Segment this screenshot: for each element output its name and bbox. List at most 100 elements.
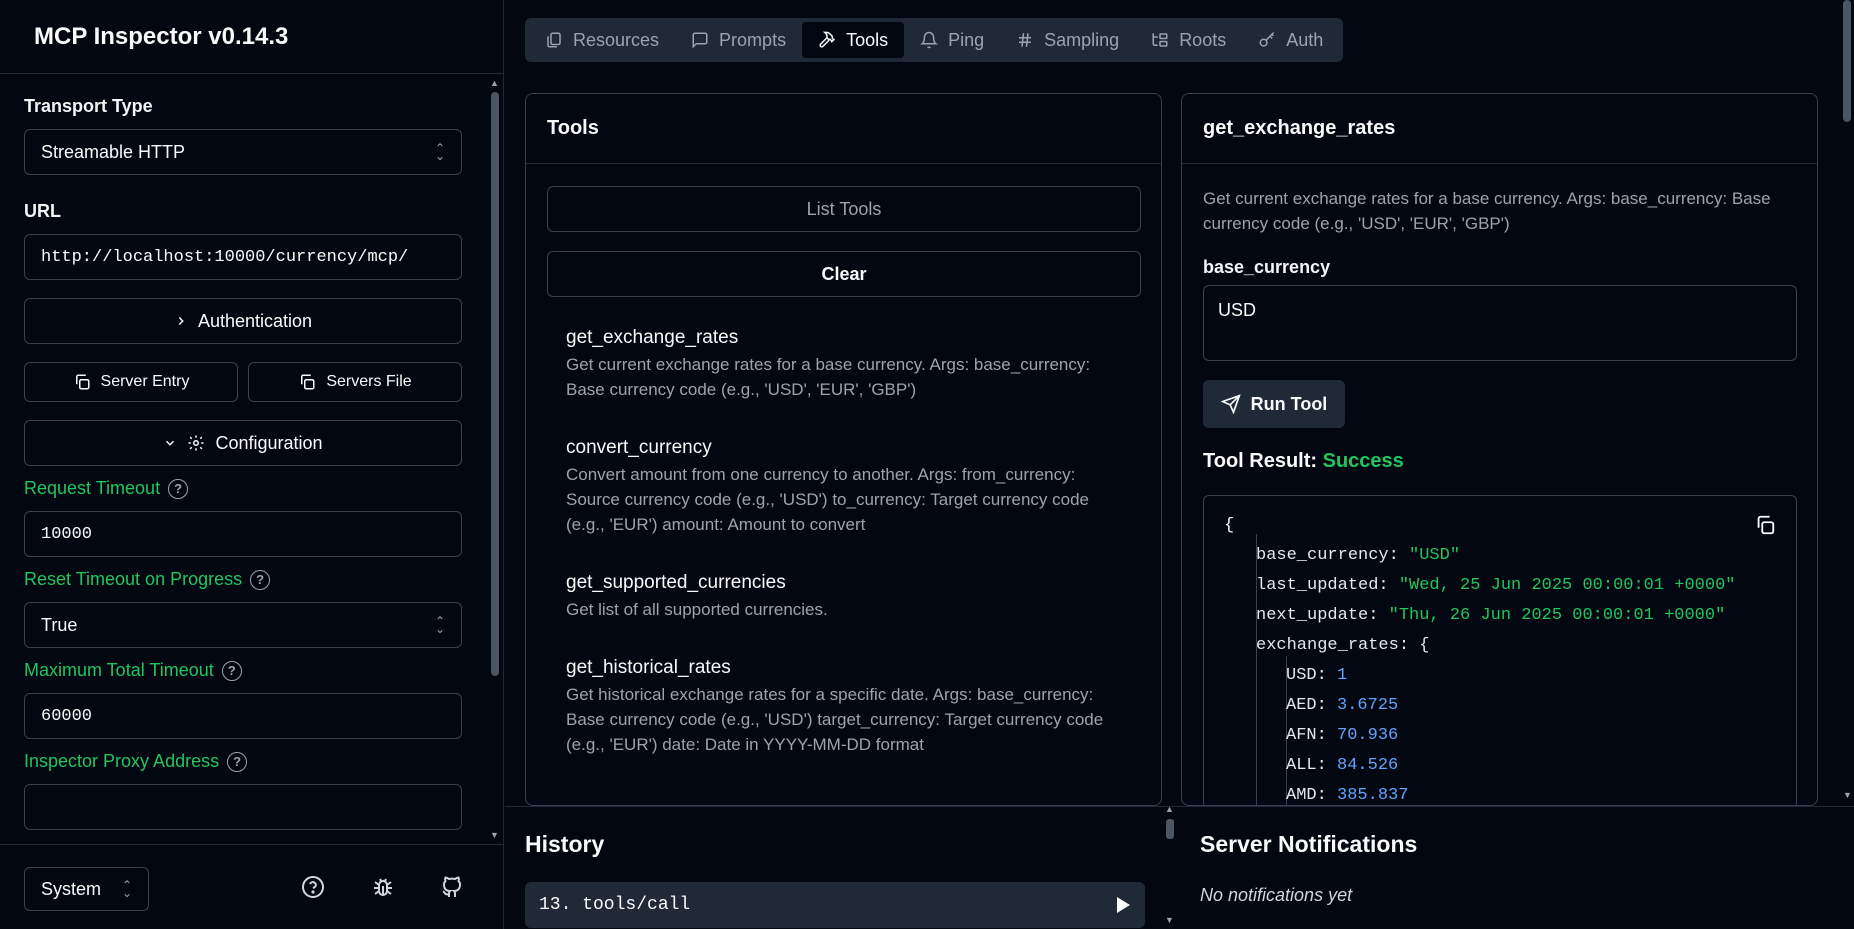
help-circle-icon[interactable]: ? (168, 478, 189, 499)
url-input[interactable]: http://localhost:10000/currency/mcp/ (24, 234, 462, 280)
server-entry-button[interactable]: Server Entry (24, 362, 238, 402)
transport-type-label: Transport Type (24, 96, 153, 116)
run-tool-button[interactable]: Run Tool (1203, 380, 1345, 428)
request-timeout-input[interactable]: 10000 (24, 511, 462, 557)
tab-prompts-label: Prompts (719, 29, 787, 50)
run-tool-label: Run Tool (1250, 393, 1328, 414)
tool-description: Convert amount from one currency to anot… (566, 465, 1090, 534)
history-entry[interactable]: 13. tools/call (525, 882, 1145, 928)
json-key: last_updated: (1256, 576, 1389, 595)
json-value: "Thu, 26 Jun 2025 00:00:01 +0000" (1388, 606, 1726, 625)
hammer-icon (819, 31, 836, 48)
tool-detail-panel: get_exchange_rates Get current exchange … (1181, 93, 1818, 806)
json-line-rate: AFN: 70.936 (1286, 726, 1398, 745)
tool-item-convert-currency[interactable]: convert_currency Convert amount from one… (566, 437, 1116, 537)
authentication-button[interactable]: Authentication (24, 298, 462, 344)
json-open-brace: { (1224, 516, 1235, 535)
json-value: 84.526 (1337, 756, 1399, 775)
tool-result-prefix: Tool Result: (1203, 450, 1318, 472)
tool-description: Get historical exchange rates for a spec… (566, 685, 1104, 754)
json-key: ALL: (1286, 756, 1327, 775)
json-line-rate: AMD: 385.837 (1286, 786, 1408, 805)
tab-roots[interactable]: Roots (1135, 22, 1242, 58)
json-key: AFN: (1286, 726, 1327, 745)
servers-file-button[interactable]: Servers File (248, 362, 462, 402)
tool-item-get-exchange-rates[interactable]: get_exchange_rates Get current exchange … (566, 327, 1116, 402)
tool-result-status: Success (1322, 450, 1404, 472)
scroll-up-arrow-icon[interactable]: ▲ (490, 78, 499, 88)
proxy-address-input[interactable] (24, 784, 462, 830)
tabs-bar: Resources Prompts Tools Ping Sampling Ro… (525, 18, 1344, 62)
message-icon (692, 32, 708, 49)
help-circle-icon[interactable]: ? (250, 569, 271, 590)
configuration-button[interactable]: Configuration (24, 420, 462, 466)
history-entry-label: 13. tools/call (539, 895, 691, 915)
theme-select[interactable]: System ⌃ ⌄ (24, 867, 149, 911)
json-value: 70.936 (1337, 726, 1399, 745)
json-key: base_currency: (1256, 546, 1399, 565)
panel-resize-handle[interactable]: ▲ ▼ (1162, 804, 1179, 929)
reset-timeout-select[interactable]: True ⌃ ⌄ (24, 602, 462, 648)
main-scroll-thumb[interactable] (1843, 0, 1851, 122)
sidebar-footer: System ⌃ ⌄ (0, 844, 504, 929)
tool-description: Get current exchange rates for a base cu… (566, 355, 1091, 399)
tab-auth[interactable]: Auth (1242, 22, 1339, 58)
play-icon[interactable] (1115, 896, 1131, 914)
help-circle-icon[interactable]: ? (221, 660, 242, 681)
tool-name: convert_currency (566, 437, 712, 458)
tab-tools[interactable]: Tools (802, 22, 905, 58)
chevrons-up-down-icon: ⌃ ⌄ (121, 878, 132, 900)
resize-thumb[interactable] (1166, 819, 1174, 839)
reset-timeout-label-row: Reset Timeout on Progress ? (24, 569, 462, 590)
transport-type-select[interactable]: Streamable HTTP ⌃ ⌄ (24, 129, 462, 175)
scroll-up-arrow-icon[interactable]: ▲ (1165, 804, 1174, 814)
help-circle-icon[interactable]: ? (227, 751, 248, 772)
copy-icon (301, 374, 315, 390)
tab-tools-label: Tools (846, 29, 889, 50)
json-value: 3.6725 (1337, 696, 1399, 715)
tab-prompts[interactable]: Prompts (675, 22, 802, 58)
list-tools-button[interactable]: List Tools (547, 186, 1141, 232)
max-timeout-input[interactable]: 60000 (24, 693, 462, 739)
chevrons-up-down-icon: ⌃ ⌄ (434, 614, 445, 636)
tool-result-label: Tool Result: Success (1203, 450, 1404, 473)
help-circle-icon[interactable] (301, 875, 325, 899)
json-line-rate: ALL: 84.526 (1286, 756, 1398, 775)
github-icon[interactable] (440, 875, 464, 899)
configuration-label: Configuration (215, 432, 323, 453)
chevron-right-icon (178, 316, 184, 326)
chevron-down-icon (166, 440, 175, 446)
json-line-exchange-rates: exchange_rates: { (1256, 636, 1429, 655)
key-icon (1259, 31, 1275, 47)
tab-auth-label: Auth (1286, 29, 1324, 50)
gear-icon (188, 435, 204, 451)
scroll-down-arrow-icon[interactable]: ▼ (1843, 790, 1852, 800)
tab-ping[interactable]: Ping (904, 22, 1000, 58)
scroll-down-arrow-icon[interactable]: ▼ (490, 830, 499, 840)
tab-sampling[interactable]: Sampling (1000, 22, 1135, 58)
proxy-address-label: Inspector Proxy Address (24, 751, 220, 771)
tool-item-get-historical-rates[interactable]: get_historical_rates Get historical exch… (566, 657, 1116, 757)
json-value: "Wed, 25 Jun 2025 00:00:01 +0000" (1398, 576, 1736, 595)
max-timeout-label: Maximum Total Timeout (24, 660, 214, 680)
sidebar-scroll-thumb[interactable] (491, 92, 499, 676)
json-line-last-updated: last_updated: "Wed, 25 Jun 2025 00:00:01… (1256, 576, 1735, 595)
param-label: base_currency (1203, 257, 1331, 277)
hash-icon (1019, 33, 1032, 47)
clear-button[interactable]: Clear (547, 251, 1141, 297)
server-notifications-title: Server Notifications (1200, 831, 1418, 857)
copy-icon[interactable] (1754, 514, 1776, 536)
tab-sampling-label: Sampling (1044, 29, 1120, 50)
json-key: AMD: (1286, 786, 1327, 805)
bottom-panels: History 13. tools/call ▲ ▼ Server Notifi… (505, 804, 1854, 929)
json-line-rate: AED: 3.6725 (1286, 696, 1398, 715)
tool-item-get-supported-currencies[interactable]: get_supported_currencies Get list of all… (566, 572, 1116, 622)
files-icon (547, 32, 561, 48)
json-line-base-currency: base_currency: "USD" (1256, 546, 1460, 565)
base-currency-input[interactable]: USD (1203, 285, 1797, 361)
bug-icon[interactable] (371, 875, 395, 899)
tool-detail-description: Get current exchange rates for a base cu… (1203, 189, 1771, 233)
scroll-down-arrow-icon[interactable]: ▼ (1165, 915, 1174, 925)
tab-resources[interactable]: Resources (529, 22, 675, 58)
authentication-label: Authentication (197, 310, 313, 331)
